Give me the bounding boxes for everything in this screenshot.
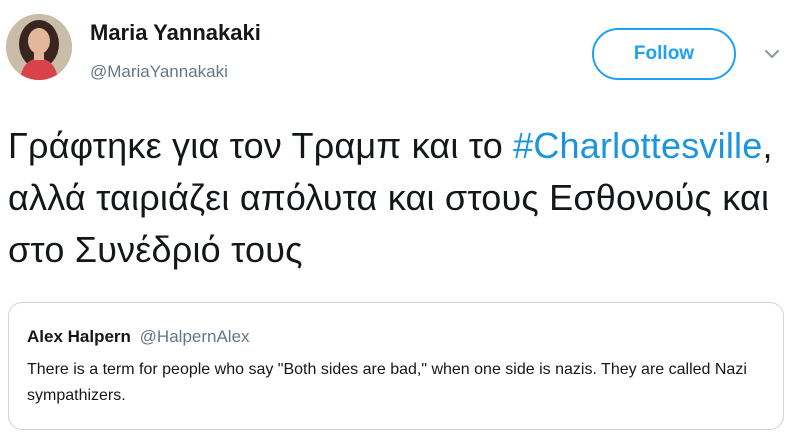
quoted-author-name: Alex Halpern: [27, 327, 131, 346]
quoted-tweet-text: There is a term for people who say "Both…: [27, 361, 747, 404]
author-name[interactable]: Maria Yannakaki: [90, 20, 261, 46]
tweet-text: Γράφτηκε για τον Τραμπ και το #Charlotte…: [8, 120, 788, 276]
avatar[interactable]: [6, 14, 72, 80]
tweet-text-before: Γράφτηκε για τον Τραμπ και το: [8, 125, 514, 166]
author-handle[interactable]: @MariaYannakaki: [90, 62, 228, 82]
follow-button[interactable]: Follow: [592, 28, 736, 80]
quoted-author-handle: @HalpernAlex: [139, 327, 250, 346]
chevron-down-icon[interactable]: [762, 44, 782, 64]
avatar-photo: [6, 14, 72, 80]
quoted-author: Alex Halpern @HalpernAlex: [27, 327, 250, 347]
hashtag-link[interactable]: #Charlottesville: [513, 125, 762, 166]
quoted-tweet[interactable]: Alex Halpern @HalpernAlex There is a ter…: [8, 302, 784, 430]
